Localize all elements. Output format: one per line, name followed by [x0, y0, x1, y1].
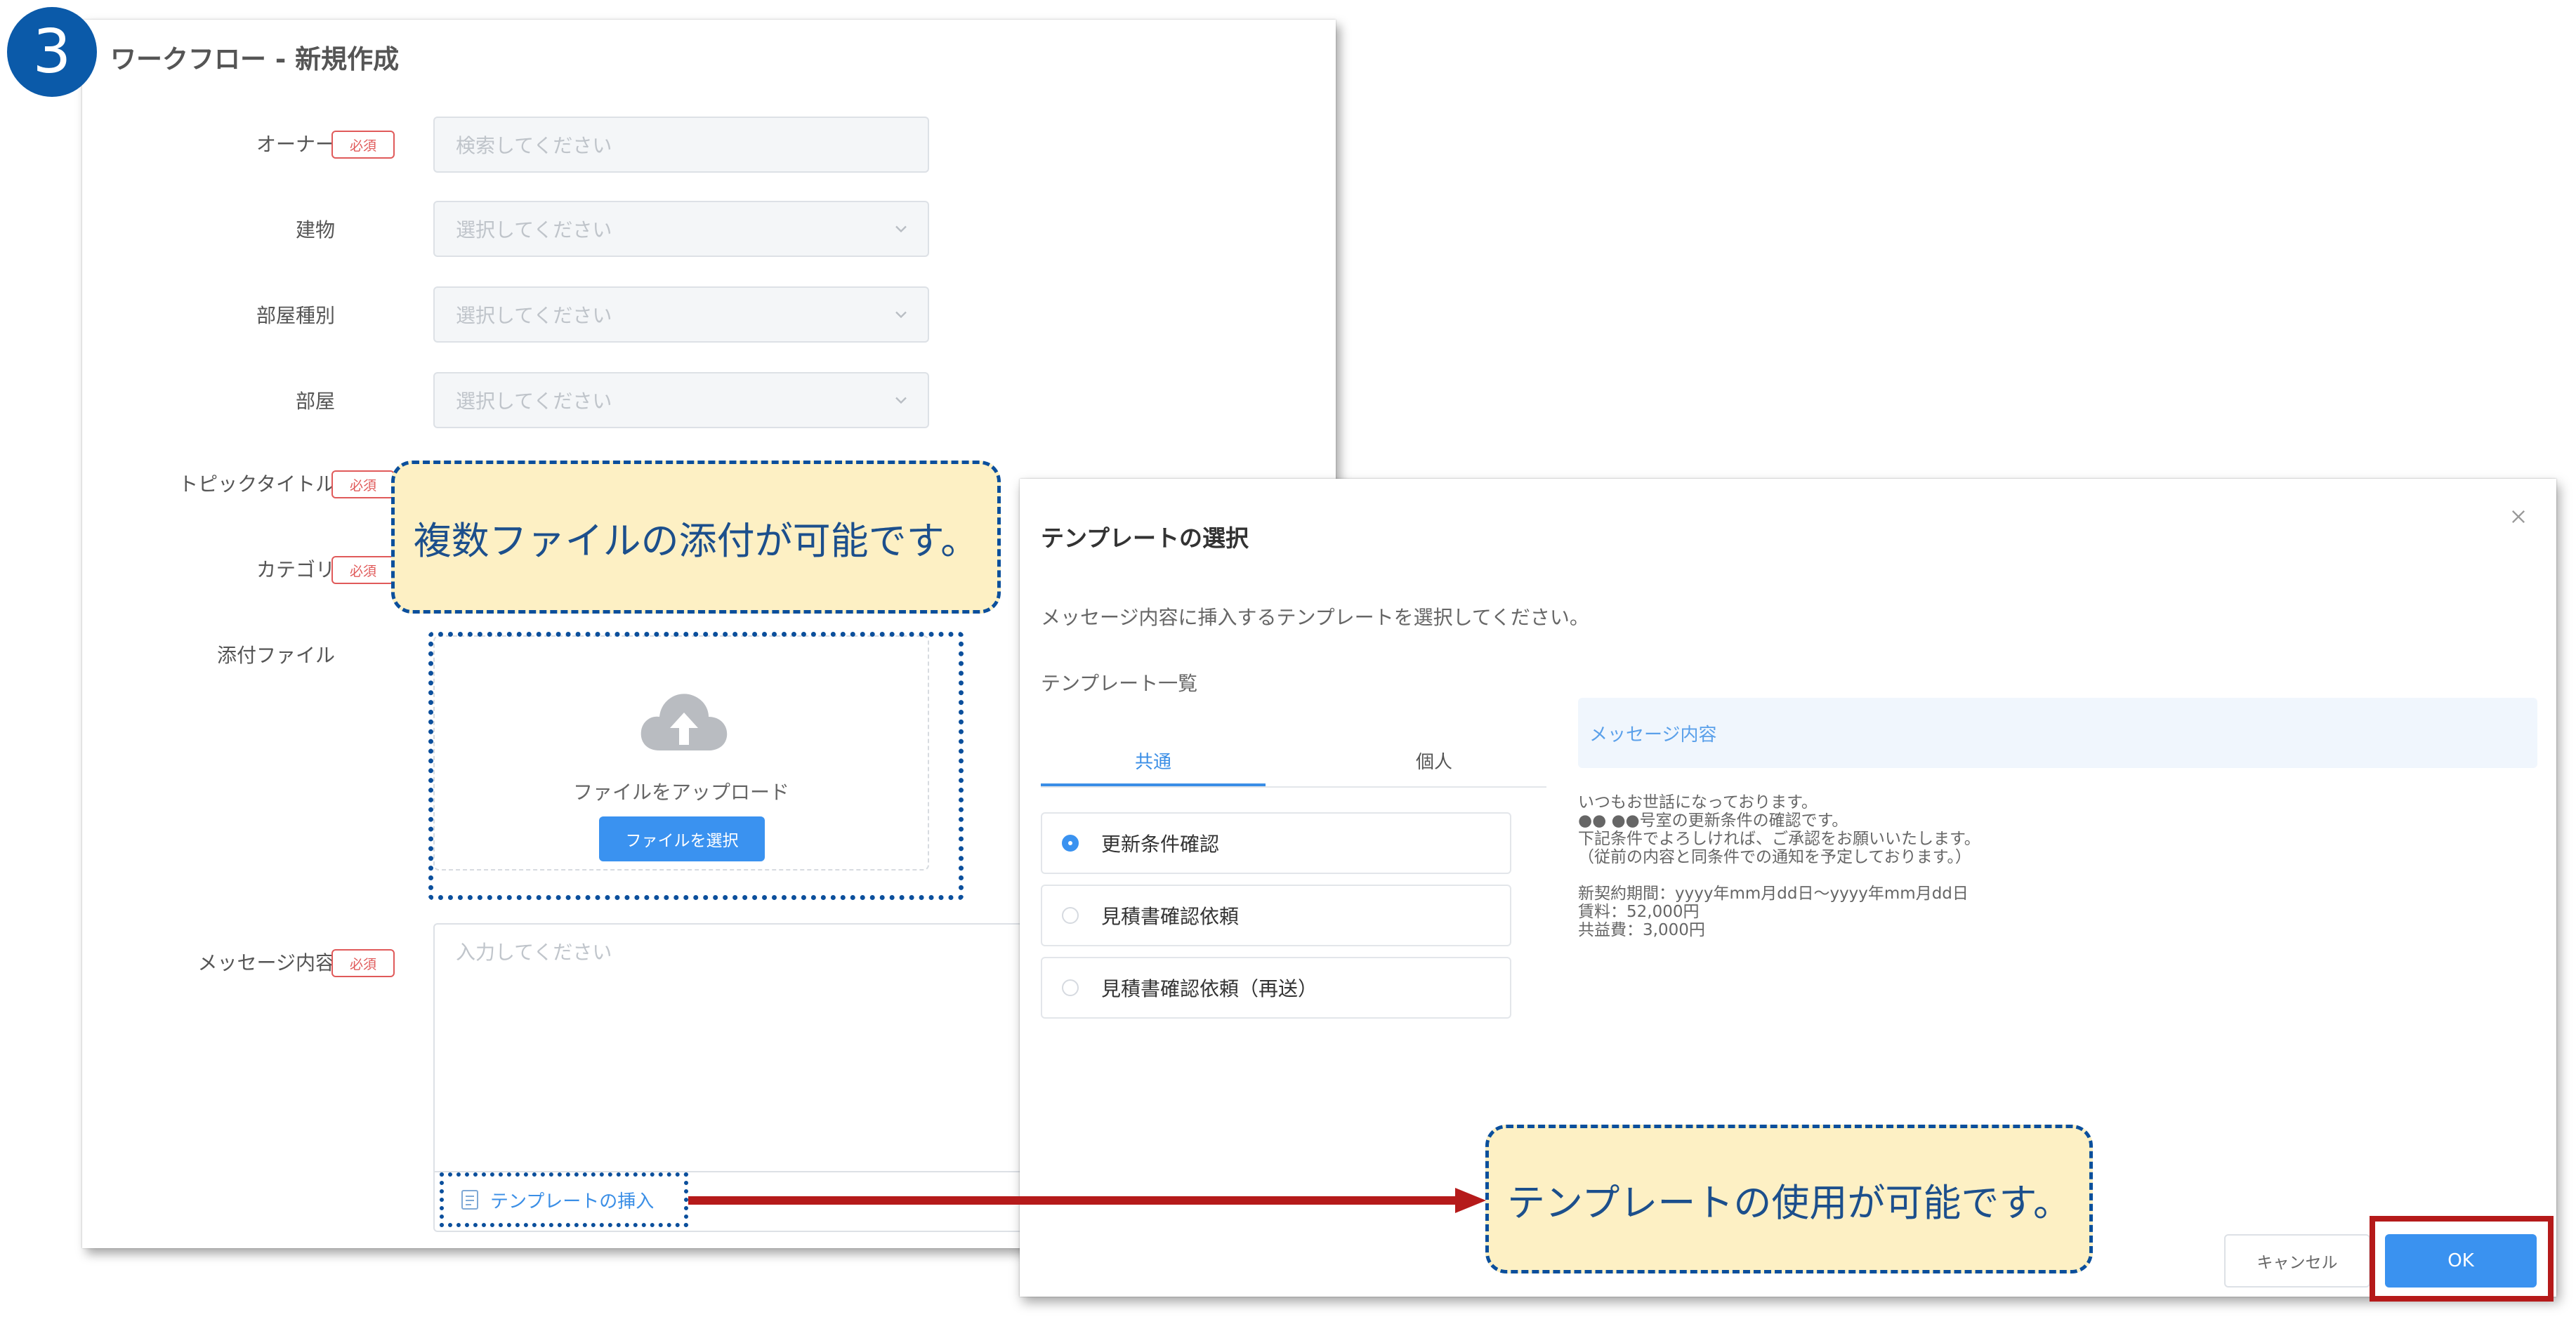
- required-badge: 必須: [331, 556, 395, 584]
- room-select[interactable]: 選択してください: [433, 372, 929, 428]
- template-item-label: 更新条件確認: [1101, 833, 1220, 856]
- room-type-select[interactable]: 選択してください: [433, 286, 929, 343]
- preview-header: メッセージ内容: [1578, 698, 2537, 768]
- document-icon: [461, 1190, 478, 1210]
- template-callout: テンプレートの使用が可能です。: [1485, 1125, 2093, 1273]
- template-item-label: 見積書確認依頼（再送）: [1101, 977, 1318, 1000]
- preview-line: 下記条件でよろしければ、ご承認をお願いいたします。: [1578, 830, 1980, 848]
- template-item[interactable]: 見積書確認依頼: [1041, 885, 1511, 946]
- room-label: 部屋: [295, 390, 335, 413]
- template-item[interactable]: 見積書確認依頼（再送）: [1041, 957, 1511, 1019]
- insert-template-button[interactable]: テンプレートの挿入: [440, 1172, 688, 1227]
- message-preview: いつもお世話になっております。 ●● ●●号室の更新条件の確認です。 下記条件で…: [1578, 793, 1980, 939]
- tab-personal[interactable]: 個人: [1322, 746, 1546, 786]
- room-type-placeholder: 選択してください: [456, 304, 612, 327]
- preview-line: 賃料：52,000円: [1578, 903, 1700, 921]
- cancel-button[interactable]: キャンセル: [2224, 1234, 2370, 1288]
- topic-title-label: トピックタイトル: [178, 472, 335, 496]
- owner-label: オーナー: [256, 133, 335, 156]
- template-list-title: テンプレート一覧: [1041, 672, 1198, 695]
- preview-line: 共益費：3,000円: [1578, 921, 1705, 939]
- template-item[interactable]: 更新条件確認: [1041, 812, 1511, 874]
- chevron-down-icon: [895, 397, 907, 404]
- building-label: 建物: [295, 218, 335, 241]
- step-badge: 3: [7, 7, 97, 97]
- preview-line: 新契約期間：yyyy年mm月dd日〜yyyy年mm月dd日: [1578, 885, 1969, 903]
- chevron-down-icon: [895, 311, 907, 319]
- building-placeholder: 選択してください: [456, 218, 612, 241]
- chevron-down-icon: [895, 225, 907, 233]
- preview-line: （従前の内容と同条件での通知を予定しております。）: [1578, 848, 1971, 866]
- room-type-label: 部屋種別: [256, 304, 335, 327]
- insert-template-label: テンプレートの挿入: [490, 1191, 655, 1212]
- message-placeholder: 入力してください: [456, 941, 612, 964]
- template-item-label: 見積書確認依頼: [1101, 905, 1240, 928]
- room-placeholder: 選択してください: [456, 390, 612, 413]
- template-tabs: 共通 個人: [1041, 746, 1546, 788]
- preview-line: ●● ●●号室の更新条件の確認です。: [1578, 812, 1848, 830]
- owner-placeholder: 検索してください: [456, 134, 612, 157]
- radio-unselected[interactable]: [1062, 979, 1079, 996]
- required-badge: 必須: [331, 470, 395, 498]
- ok-highlight-frame: [2370, 1216, 2554, 1302]
- radio-unselected[interactable]: [1062, 907, 1079, 924]
- attachment-highlight-frame: [428, 632, 964, 900]
- modal-title: テンプレートの選択: [1041, 524, 1249, 552]
- close-icon[interactable]: [2509, 507, 2528, 527]
- page-title: ワークフロー - 新規作成: [110, 44, 400, 74]
- category-label: カテゴリ: [256, 558, 335, 581]
- required-badge: 必須: [331, 949, 395, 977]
- attachment-callout: 複数ファイルの添付が可能です。: [391, 461, 1001, 614]
- arrow-right-icon: [688, 1188, 1486, 1213]
- tab-common[interactable]: 共通: [1041, 746, 1266, 786]
- building-select[interactable]: 選択してください: [433, 201, 929, 257]
- attachment-label: 添付ファイル: [216, 644, 335, 667]
- modal-description: メッセージ内容に挿入するテンプレートを選択してください。: [1041, 606, 1589, 629]
- message-label: メッセージ内容: [197, 951, 335, 974]
- radio-selected[interactable]: [1062, 835, 1079, 852]
- owner-search-input[interactable]: 検索してください: [433, 117, 929, 173]
- required-badge: 必須: [331, 131, 395, 159]
- preview-line: いつもお世話になっております。: [1578, 793, 1818, 812]
